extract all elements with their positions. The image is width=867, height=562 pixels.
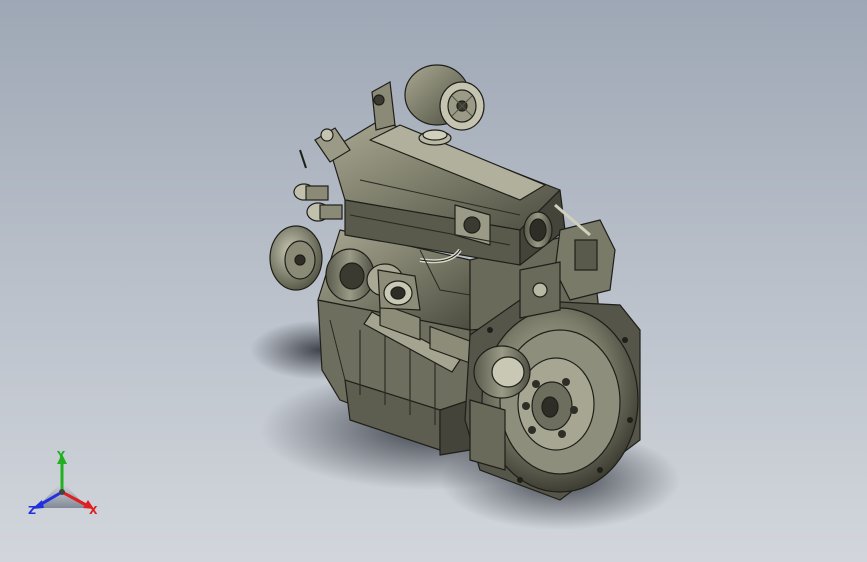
y-axis-label: Y bbox=[57, 449, 65, 462]
alternator bbox=[371, 64, 485, 131]
graphics-viewport[interactable]: Y X Z bbox=[0, 0, 867, 562]
axis-triad[interactable]: Y X Z bbox=[22, 448, 106, 528]
z-axis-label: Z bbox=[28, 504, 36, 517]
engine-model[interactable] bbox=[0, 0, 867, 562]
x-axis-label: X bbox=[89, 504, 98, 517]
